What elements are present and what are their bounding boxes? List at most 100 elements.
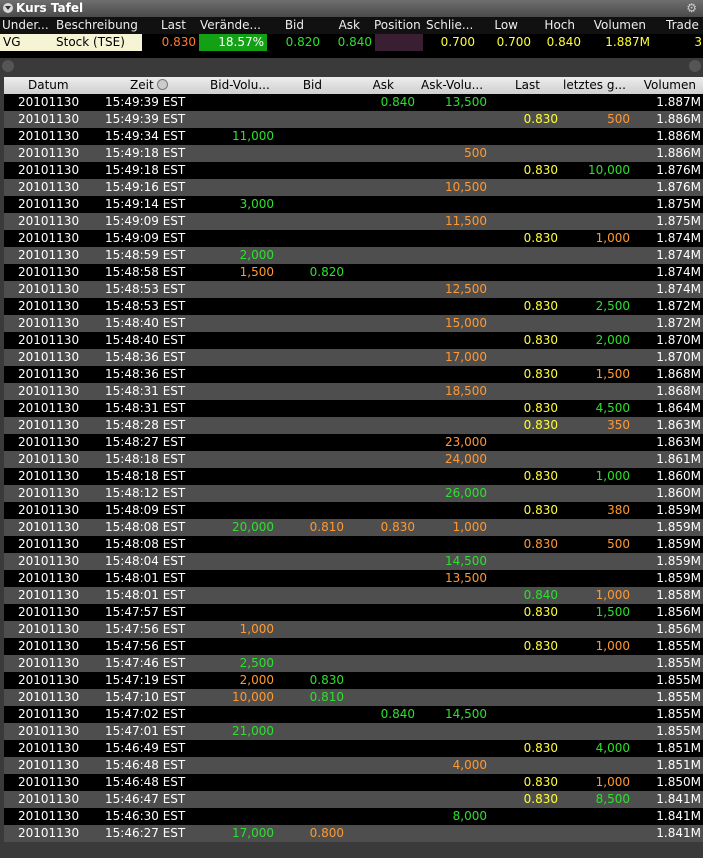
cell-ask-price: 0.840 xyxy=(380,95,415,109)
table-row[interactable]: 20101130 15:46:47 EST 0.830 8,500 1.841M xyxy=(4,791,703,808)
table-row[interactable]: 20101130 15:46:48 EST 4,000 1.851M xyxy=(4,757,703,774)
col-header-ask-volume[interactable]: Ask-Volu... xyxy=(421,77,493,94)
cell-last-price xyxy=(487,128,558,145)
table-row[interactable]: 20101130 15:48:09 EST 0.830 380 1.859M xyxy=(4,502,703,519)
collapse-arrow-icon[interactable] xyxy=(3,3,13,13)
col-header-trade[interactable]: Trade xyxy=(666,17,703,34)
cell-ask-volume xyxy=(415,196,487,213)
cell-last-price: 0.830 xyxy=(523,639,558,653)
table-row[interactable]: 20101130 15:48:28 EST 0.830 350 1.863M xyxy=(4,417,703,434)
cell-time: 15:49:09 EST xyxy=(105,231,186,245)
table-row[interactable]: 20101130 15:48:01 EST 0.840 1,000 1.858M xyxy=(4,587,703,604)
table-row[interactable]: 20101130 15:48:04 EST 14,500 1.859M xyxy=(4,553,703,570)
cell-ask-volume xyxy=(415,672,487,689)
table-row[interactable]: 20101130 15:48:31 EST 18,500 1.868M xyxy=(4,383,703,400)
sort-icon[interactable] xyxy=(156,79,168,90)
col-header-low[interactable]: Low xyxy=(480,17,518,34)
table-row[interactable]: 20101130 15:46:30 EST 8,000 1.841M xyxy=(4,808,703,825)
cell-last-price xyxy=(487,655,558,672)
table-row[interactable]: 20101130 15:48:08 EST 0.830 500 1.859M xyxy=(4,536,703,553)
cell-bid-price xyxy=(274,638,344,655)
table-row[interactable]: 20101130 15:48:36 EST 0.830 1,500 1.868M xyxy=(4,366,703,383)
table-row[interactable]: 20101130 15:47:46 EST 2,500 1.855M xyxy=(4,655,703,672)
cell-ask-volume xyxy=(415,655,487,672)
cell-last-price: 0.830 xyxy=(523,112,558,126)
cell-date: 20101130 xyxy=(18,673,80,687)
cell-last-price xyxy=(487,179,558,196)
cell-ask-price xyxy=(344,451,415,468)
table-row[interactable]: 20101130 15:46:48 EST 0.830 1,000 1.850M xyxy=(4,774,703,791)
col-header-high[interactable]: Hoch xyxy=(530,17,575,34)
table-row[interactable]: 20101130 15:47:01 EST 21,000 1.855M xyxy=(4,723,703,740)
table-row[interactable]: 20101130 15:49:34 EST 11,000 1.886M xyxy=(4,128,703,145)
cell-last-price xyxy=(487,196,558,213)
cell-volume: 1.868M xyxy=(656,367,701,381)
table-row[interactable]: 20101130 15:49:09 EST 0.830 1,000 1.874M xyxy=(4,230,703,247)
col-header-position[interactable]: Position xyxy=(374,17,426,34)
table-row[interactable]: 20101130 15:46:49 EST 0.830 4,000 1.851M xyxy=(4,740,703,757)
col-header-underlying[interactable]: Under... xyxy=(2,17,54,34)
cell-time: 15:49:18 EST xyxy=(105,146,186,160)
col-header-ask[interactable]: Ask xyxy=(310,17,360,34)
col-header-close[interactable]: Schlie... xyxy=(426,17,480,34)
table-row[interactable]: 20101130 15:48:36 EST 17,000 1.870M xyxy=(4,349,703,366)
col-header-last[interactable]: Last xyxy=(144,17,186,34)
table-row[interactable]: 20101130 15:49:16 EST 10,500 1.876M xyxy=(4,179,703,196)
table-row[interactable]: 20101130 15:49:18 EST 500 1.886M xyxy=(4,145,703,162)
col-header-bid-price[interactable]: Bid xyxy=(284,77,322,94)
table-row[interactable]: 20101130 15:47:19 EST 2,000 0.830 1.855M xyxy=(4,672,703,689)
col-header-volume[interactable]: Volumen xyxy=(582,17,646,34)
table-row[interactable]: 20101130 15:46:27 EST 17,000 0.800 1.841M xyxy=(4,825,703,842)
col-header-last-size[interactable]: letztes g... xyxy=(563,77,635,94)
table-row[interactable]: 20101130 15:49:39 EST 0.840 13,500 1.887M xyxy=(4,94,703,111)
table-row[interactable]: 20101130 15:47:56 EST 1,000 1.856M xyxy=(4,621,703,638)
col-header-date[interactable]: Datum xyxy=(28,77,88,94)
col-header-bid[interactable]: Bid xyxy=(268,17,304,34)
cell-volume: 1.855M xyxy=(656,656,701,670)
table-row[interactable]: 20101130 15:47:56 EST 0.830 1,000 1.855M xyxy=(4,638,703,655)
cell-last-price xyxy=(487,349,558,366)
cell-date: 20101130 xyxy=(18,231,80,245)
cell-bid-volume: 1,500 xyxy=(239,265,274,279)
table-row[interactable]: 20101130 15:48:08 EST 20,000 0.810 0.830 1,00… xyxy=(4,519,703,536)
cell-bid-volume xyxy=(204,706,274,723)
col-header-time[interactable]: Zeit xyxy=(130,77,180,94)
table-row[interactable]: 20101130 15:48:53 EST 0.830 2,500 1.872M xyxy=(4,298,703,315)
cell-last-size xyxy=(558,757,630,774)
table-row[interactable]: 20101130 15:48:59 EST 2,000 1.874M xyxy=(4,247,703,264)
table-row[interactable]: 20101130 15:47:02 EST 0.840 14,500 1.855M xyxy=(4,706,703,723)
quote-row[interactable]: VG Stock (TSE) 0.830 18.57% 0.820 0.840 … xyxy=(0,34,703,52)
settings-gear-icon[interactable]: ⚙ xyxy=(686,1,697,15)
col-header-change[interactable]: Verände... xyxy=(200,17,268,34)
col-header-description[interactable]: Beschreibung xyxy=(56,17,144,34)
table-row[interactable]: 20101130 15:47:10 EST 10,000 0.810 1.855M xyxy=(4,689,703,706)
table-row[interactable]: 20101130 15:48:58 EST 1,500 0.820 1.874M xyxy=(4,264,703,281)
col-header-ask-price[interactable]: Ask xyxy=(354,77,394,94)
cell-bid-price: 0.830 xyxy=(309,673,344,687)
quote-symbol[interactable]: VG xyxy=(0,34,56,51)
table-row[interactable]: 20101130 15:48:40 EST 0.830 2,000 1.870M xyxy=(4,332,703,349)
cell-ask-price xyxy=(344,383,415,400)
table-row[interactable]: 20101130 15:48:18 EST 0.830 1,000 1.860M xyxy=(4,468,703,485)
cell-ask-price xyxy=(344,604,415,621)
col-header-cumulative-volume[interactable]: Volumen xyxy=(634,77,696,94)
table-row[interactable]: 20101130 15:49:09 EST 11,500 1.875M xyxy=(4,213,703,230)
table-row[interactable]: 20101130 15:48:01 EST 13,500 1.859M xyxy=(4,570,703,587)
trades-table-body[interactable]: 20101130 15:49:39 EST 0.840 13,500 1.887M 201… xyxy=(4,94,703,858)
cell-bid-volume xyxy=(204,808,274,825)
table-row[interactable]: 20101130 15:49:18 EST 0.830 10,000 1.876M xyxy=(4,162,703,179)
table-row[interactable]: 20101130 15:48:31 EST 0.830 4,500 1.864M xyxy=(4,400,703,417)
table-row[interactable]: 20101130 15:48:53 EST 12,500 1.874M xyxy=(4,281,703,298)
table-row[interactable]: 20101130 15:47:57 EST 0.830 1,500 1.856M xyxy=(4,604,703,621)
table-row[interactable]: 20101130 15:48:12 EST 26,000 1.860M xyxy=(4,485,703,502)
table-row[interactable]: 20101130 15:48:40 EST 15,000 1.872M xyxy=(4,315,703,332)
cell-ask-price xyxy=(344,485,415,502)
table-row[interactable]: 20101130 15:49:39 EST 0.830 500 1.886M xyxy=(4,111,703,128)
table-row[interactable]: 20101130 15:49:14 EST 3,000 1.875M xyxy=(4,196,703,213)
table-row[interactable]: 20101130 15:48:18 EST 24,000 1.861M xyxy=(4,451,703,468)
col-header-bid-volume[interactable]: Bid-Volu... xyxy=(210,77,282,94)
cell-date: 20101130 xyxy=(18,129,80,143)
cell-last-price: 0.830 xyxy=(523,605,558,619)
table-row[interactable]: 20101130 15:48:27 EST 23,000 1.863M xyxy=(4,434,703,451)
col-header-last-price[interactable]: Last xyxy=(496,77,540,94)
